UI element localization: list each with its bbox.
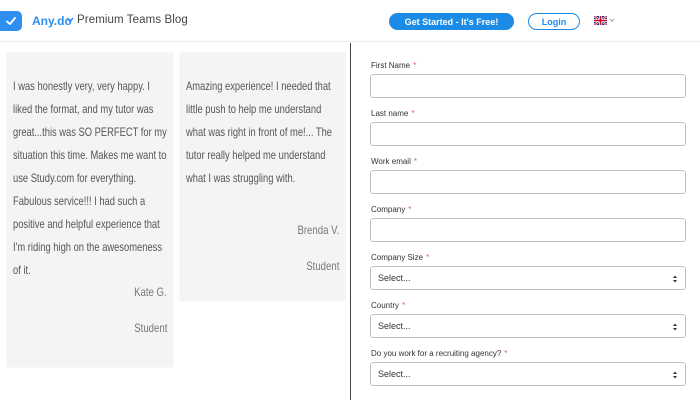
required-mark: * (504, 349, 508, 358)
checkmark-icon (6, 17, 16, 25)
required-mark: * (413, 157, 417, 166)
recruiting-agency-label-text: Do you work for a recruiting agency? (371, 349, 502, 358)
login-button[interactable]: Login (528, 13, 580, 30)
country-select[interactable]: Select... (370, 314, 686, 338)
work-email-label-text: Work email (371, 157, 411, 166)
work-email-input[interactable] (370, 170, 686, 194)
top-header: Any.do Premium Teams Blog Get Started - … (0, 0, 700, 42)
required-mark: * (408, 205, 412, 214)
anydo-logo-icon[interactable] (0, 11, 22, 31)
country-value: Select... (378, 321, 411, 331)
testimonials-panel: I was honestly very, very happy. I liked… (0, 43, 350, 400)
company-size-value: Select... (378, 273, 411, 283)
recruiting-agency-label: Do you work for a recruiting agency? * (371, 349, 507, 358)
testimonial-author: Brenda V. (297, 223, 339, 237)
uk-flag-icon[interactable] (594, 16, 607, 25)
testimonial-role: Student (133, 321, 167, 335)
select-arrows-icon (673, 275, 677, 283)
testimonial-card: Amazing experience! I needed that little… (180, 53, 345, 301)
recruiting-agency-value: Select... (378, 369, 411, 379)
testimonial-author: Kate G. (134, 285, 167, 299)
select-arrows-icon (673, 371, 677, 379)
first-name-input[interactable] (370, 74, 686, 98)
required-mark: * (426, 253, 430, 262)
first-name-label: First Name * (371, 61, 416, 70)
required-mark: * (411, 109, 415, 118)
testimonial-text: Amazing experience! I needed that little… (186, 79, 333, 185)
country-label: Country * (371, 301, 405, 310)
get-started-button[interactable]: Get Started - It's Free! (389, 13, 514, 30)
testimonial-text: I was honestly very, very happy. I liked… (13, 79, 167, 277)
testimonial-role: Student (305, 259, 339, 273)
first-name-label-text: First Name (371, 61, 411, 70)
recruiting-agency-select[interactable]: Select... (370, 362, 686, 386)
company-size-label: Company Size * (371, 253, 429, 262)
signup-form: First Name * Last name * Work email * Compa… (351, 43, 700, 400)
company-size-select[interactable]: Select... (370, 266, 686, 290)
last-name-label-text: Last name (371, 109, 409, 118)
company-label: Company * (371, 205, 411, 214)
work-email-label: Work email * (371, 157, 417, 166)
company-size-label-text: Company Size (371, 253, 424, 262)
company-input[interactable] (370, 218, 686, 242)
select-arrows-icon (673, 323, 677, 331)
language-chevron-icon[interactable] (609, 17, 615, 24)
blog-title[interactable]: Premium Teams Blog (77, 14, 188, 26)
country-label-text: Country (371, 301, 400, 310)
required-mark: * (413, 61, 417, 70)
last-name-input[interactable] (370, 122, 686, 146)
required-mark: * (402, 301, 406, 310)
company-label-text: Company (371, 205, 406, 214)
last-name-label: Last name * (371, 109, 414, 118)
chevron-down-icon[interactable] (66, 15, 74, 25)
testimonial-card: I was honestly very, very happy. I liked… (7, 53, 173, 367)
